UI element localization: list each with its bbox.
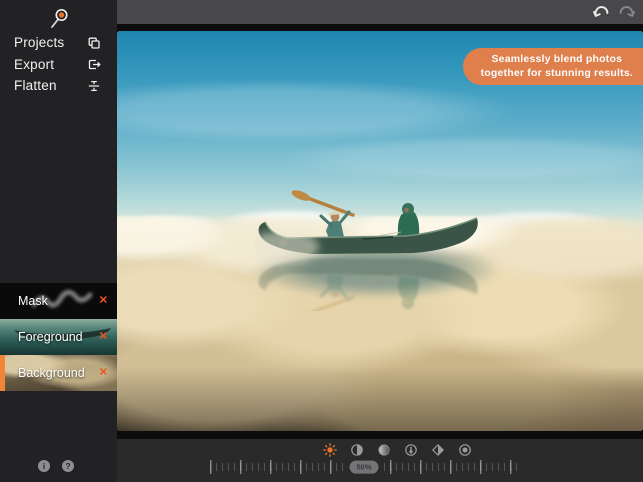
- tip-badge-line2: together for stunning results.: [480, 66, 633, 79]
- flatten-icon: [88, 80, 100, 91]
- layer-label-mask: Mask: [18, 294, 48, 308]
- temperature-icon[interactable]: [404, 443, 418, 457]
- layer-delete-mask-icon[interactable]: ✕: [99, 295, 108, 307]
- tip-badge-line1: Seamlessly blend photos: [491, 53, 623, 65]
- zoom-slider[interactable]: 50%: [210, 460, 518, 474]
- layer-row-background[interactable]: Background ✕: [0, 355, 117, 391]
- layer-row-foreground[interactable]: Foreground ✕: [0, 319, 117, 355]
- tip-badge: Seamlessly blend photos together for stu…: [462, 48, 643, 85]
- layers-panel: Mask ✕ Foreground ✕ Background ✕: [0, 283, 117, 391]
- bottom-divider: [117, 431, 643, 439]
- sidebar-menu: Projects Export Flatten: [0, 32, 117, 97]
- canoe-with-paddlers: [255, 190, 480, 311]
- loupe-search-icon[interactable]: [48, 4, 72, 30]
- layer-delete-foreground-icon[interactable]: ✕: [99, 331, 108, 343]
- menu-item-projects[interactable]: Projects: [0, 32, 117, 54]
- redo-arrow-icon[interactable]: [619, 4, 635, 20]
- menu-item-export-label: Export: [14, 56, 55, 72]
- projects-copy-icon: [88, 37, 100, 49]
- layer-label-background: Background: [18, 366, 85, 380]
- info-icon[interactable]: i: [38, 460, 50, 472]
- adjustments-toolbar: 50%: [117, 439, 643, 482]
- menu-item-export[interactable]: Export: [0, 54, 117, 76]
- vignette-icon[interactable]: [458, 443, 472, 457]
- layer-label-foreground: Foreground: [18, 330, 83, 344]
- editor-canvas[interactable]: Seamlessly blend photos together for stu…: [117, 31, 643, 431]
- brightness-icon[interactable]: [323, 443, 337, 457]
- saturation-icon[interactable]: [377, 443, 391, 457]
- selected-layer-indicator: [0, 355, 5, 391]
- sidebar: Projects Export Flatten Mask ✕ Foregroun…: [0, 0, 117, 482]
- contrast-icon[interactable]: [350, 443, 364, 457]
- zoom-level-badge: 50%: [349, 460, 379, 474]
- menu-item-flatten-label: Flatten: [14, 78, 57, 94]
- sidebar-footer: i ?: [0, 460, 117, 472]
- undo-arrow-icon[interactable]: [593, 4, 609, 20]
- menu-item-flatten[interactable]: Flatten: [0, 75, 117, 97]
- export-icon: [88, 60, 101, 70]
- sharpness-icon[interactable]: [431, 443, 445, 457]
- layer-delete-background-icon[interactable]: ✕: [99, 367, 108, 379]
- menu-item-projects-label: Projects: [14, 35, 65, 51]
- top-bar: [117, 0, 643, 24]
- adjustment-icons-row: [323, 443, 472, 457]
- help-icon[interactable]: ?: [62, 460, 74, 472]
- top-divider: [117, 24, 643, 31]
- layer-row-mask[interactable]: Mask ✕: [0, 283, 117, 319]
- undo-redo-group: [593, 4, 635, 20]
